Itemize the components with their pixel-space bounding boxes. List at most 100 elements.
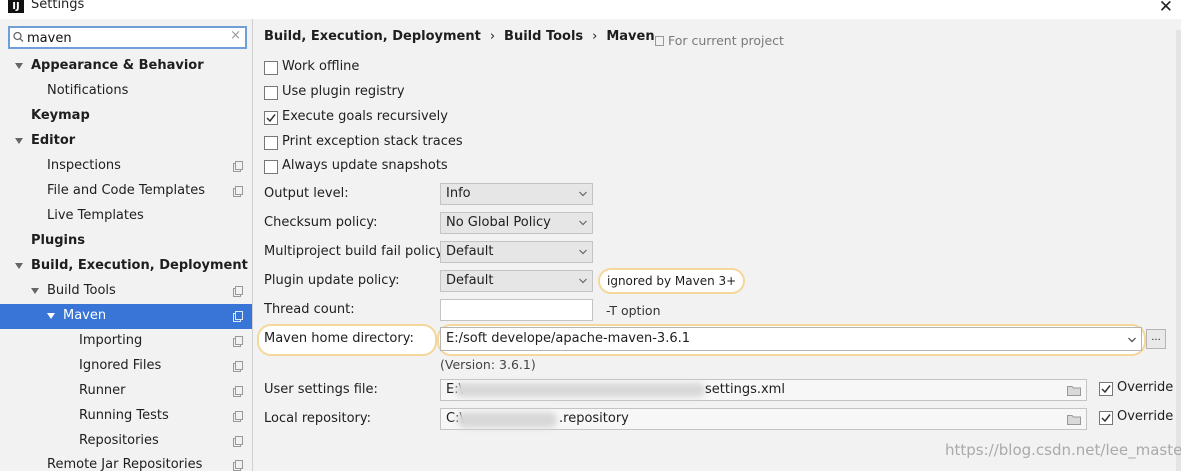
checkmark-icon: [1101, 385, 1111, 394]
checkbox-box[interactable]: [264, 136, 278, 150]
breadcrumb: Build, Execution, Deployment › Build Tools…: [264, 29, 655, 44]
project-settings-icon: [233, 186, 243, 197]
sidebar-item-label: Running Tests: [79, 408, 169, 423]
maven-home-label: Maven home directory:: [264, 331, 414, 346]
sidebar-item-label: Keymap: [31, 108, 90, 123]
user-settings-label: User settings file:: [264, 382, 378, 397]
search-box[interactable]: ×: [8, 26, 247, 49]
sidebar-item-label: Live Templates: [47, 208, 144, 223]
sidebar-item-label: Inspections: [47, 158, 121, 173]
sidebar-item-build-execution-deployment[interactable]: Build, Execution, Deployment: [0, 254, 252, 279]
folder-icon[interactable]: [1067, 413, 1081, 425]
sidebar-item-plugins[interactable]: Plugins: [0, 229, 252, 254]
sidebar-item-repositories[interactable]: Repositories: [0, 429, 252, 454]
project-settings-icon: [233, 286, 243, 297]
sidebar-item-label: Importing: [79, 333, 143, 348]
sidebar-item-label: Maven: [63, 308, 107, 323]
project-settings-icon: [233, 336, 243, 347]
title-bar: IJ Settings ✕: [0, 0, 1181, 19]
checkbox-box[interactable]: [264, 111, 278, 125]
clear-search-icon[interactable]: ×: [230, 28, 241, 43]
sidebar-item-label: Appearance & Behavior: [31, 58, 204, 73]
chevron-down-icon: [1128, 337, 1136, 343]
checkbox-label: Override: [1117, 409, 1174, 424]
sidebar-item-label: Build, Execution, Deployment: [31, 258, 248, 273]
maven-home-dropdown[interactable]: E:/soft develope/apache-maven-3.6.1: [440, 327, 1142, 351]
checkbox-box[interactable]: [264, 160, 278, 174]
checkbox-box[interactable]: [264, 86, 278, 100]
sidebar-item-file-code-templates[interactable]: File and Code Templates: [0, 179, 252, 204]
plugin-update-policy-label: Plugin update policy:: [264, 273, 400, 288]
sidebar-item-build-tools[interactable]: Build Tools: [0, 279, 252, 304]
checksum-policy-label: Checksum policy:: [264, 215, 378, 230]
dropdown-value: Info: [446, 186, 471, 201]
search-input[interactable]: [27, 29, 227, 47]
project-settings-icon: [233, 436, 243, 447]
breadcrumb-item[interactable]: Build, Execution, Deployment: [264, 29, 481, 44]
checkbox-label: Always update snapshots: [282, 158, 448, 173]
sidebar-item-label: Repositories: [79, 433, 159, 448]
local-repository-field[interactable]: C:\ .repository: [440, 408, 1087, 430]
checksum-policy-dropdown[interactable]: No Global Policy: [440, 212, 593, 234]
sidebar-item-notifications[interactable]: Notifications: [0, 79, 252, 104]
project-settings-icon: [233, 161, 243, 172]
project-settings-icon: [233, 361, 243, 372]
sidebar-item-ignored-files[interactable]: Ignored Files: [0, 354, 252, 379]
sidebar-item-label: Remote Jar Repositories: [47, 457, 203, 471]
sidebar-item-label: Build Tools: [47, 283, 116, 298]
dropdown-value: Default: [446, 244, 494, 259]
redacted-area: [455, 383, 705, 397]
checkbox-box[interactable]: [1099, 411, 1113, 425]
dropdown-value: Default: [446, 273, 494, 288]
sidebar-item-appearance-behavior[interactable]: Appearance & Behavior: [0, 54, 252, 79]
sidebar-item-importing[interactable]: Importing: [0, 329, 252, 354]
project-settings-icon: [233, 386, 243, 397]
chevron-down-icon: [579, 278, 587, 284]
project-scope-icon: [655, 36, 664, 46]
sidebar-item-inspections[interactable]: Inspections: [0, 154, 252, 179]
chevron-down-icon[interactable]: [15, 138, 23, 144]
project-scope-label: For current project: [668, 33, 784, 48]
user-settings-field[interactable]: E:\ settings.xml: [440, 379, 1087, 401]
plugin-update-note: ignored by Maven 3+: [598, 268, 746, 294]
chevron-down-icon[interactable]: [15, 263, 23, 269]
chevron-down-icon[interactable]: [15, 63, 23, 69]
chevron-down-icon[interactable]: [31, 288, 39, 294]
chevron-down-icon: [579, 220, 587, 226]
checkbox-box[interactable]: [264, 61, 278, 75]
project-settings-icon: [233, 311, 243, 322]
sidebar-item-editor[interactable]: Editor: [0, 129, 252, 154]
browse-button[interactable]: ...: [1146, 329, 1166, 349]
chevron-down-icon: [579, 191, 587, 197]
plugin-update-policy-dropdown[interactable]: Default: [440, 270, 593, 292]
folder-icon[interactable]: [1067, 384, 1081, 396]
sidebar-item-label: Runner: [79, 383, 126, 398]
multiproject-fail-policy-label: Multiproject build fail policy:: [264, 244, 447, 259]
sidebar-item-label: File and Code Templates: [47, 183, 205, 198]
sidebar-item-live-templates[interactable]: Live Templates: [0, 204, 252, 229]
close-icon[interactable]: ✕: [1159, 0, 1173, 17]
thread-count-input[interactable]: [440, 299, 593, 321]
breadcrumb-separator: ›: [489, 29, 496, 44]
chevron-down-icon[interactable]: [47, 313, 55, 319]
breadcrumb-separator: ›: [592, 29, 598, 44]
multiproject-fail-policy-dropdown[interactable]: Default: [440, 241, 593, 263]
output-level-label: Output level:: [264, 186, 349, 201]
scrollbar-track[interactable]: [1176, 30, 1181, 471]
path-value-suffix: .repository: [559, 411, 629, 426]
sidebar-item-remote-jar-repositories[interactable]: Remote Jar Repositories: [0, 453, 252, 471]
sidebar-item-label: Ignored Files: [79, 358, 162, 373]
checkmark-icon: [1101, 414, 1111, 423]
sidebar-item-runner[interactable]: Runner: [0, 379, 252, 404]
breadcrumb-item[interactable]: Build Tools: [504, 29, 583, 44]
checkbox-label: Override: [1117, 380, 1174, 395]
window-title: Settings: [31, 0, 85, 12]
output-level-dropdown[interactable]: Info: [440, 183, 593, 205]
sidebar-item-keymap[interactable]: Keymap: [0, 104, 252, 129]
sidebar-item-running-tests[interactable]: Running Tests: [0, 404, 252, 429]
checkbox-box[interactable]: [1099, 382, 1113, 396]
app-logo-icon: IJ: [8, 0, 24, 13]
sidebar-item-maven[interactable]: Maven: [0, 304, 252, 329]
checkbox-label: Print exception stack traces: [282, 134, 463, 149]
breadcrumb-item: Maven: [606, 29, 655, 44]
